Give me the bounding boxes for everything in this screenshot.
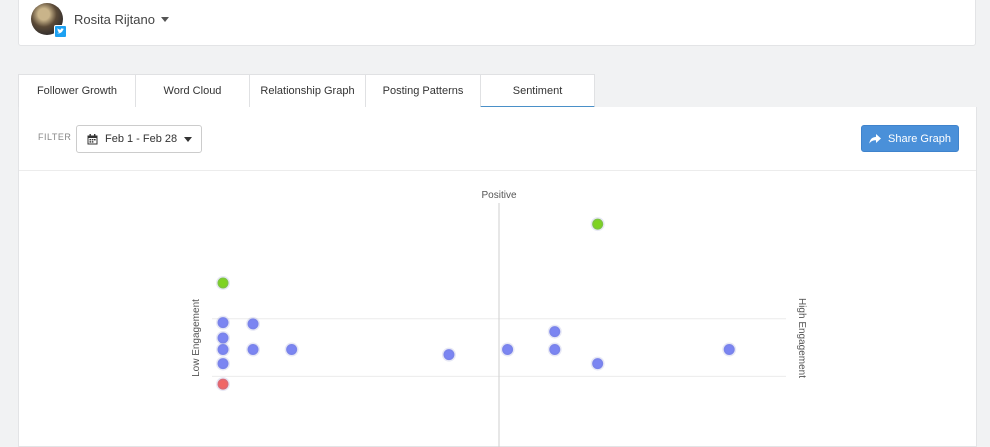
profile-switcher[interactable]: Rosita Rijtano xyxy=(74,12,169,27)
tab-relationship-graph[interactable]: Relationship Graph xyxy=(249,74,365,107)
tab-word-cloud[interactable]: Word Cloud xyxy=(135,74,249,107)
axis-label-left: Low Engagement xyxy=(191,299,202,377)
positive-data-point[interactable] xyxy=(590,217,605,232)
neutral-data-point[interactable] xyxy=(216,356,231,371)
neutral-data-point[interactable] xyxy=(216,331,231,345)
sentiment-panel: FILTER Feb 1 - Feb 28 Share Graph Positi… xyxy=(18,107,977,447)
neutral-data-point[interactable] xyxy=(547,342,562,357)
tab-follower-growth[interactable]: Follower Growth xyxy=(18,74,135,107)
axis-label-top: Positive xyxy=(481,190,516,201)
positive-data-point[interactable] xyxy=(216,275,231,290)
axis-label-right: High Engagement xyxy=(796,298,807,378)
profile-name: Rosita Rijtano xyxy=(74,12,155,27)
tab-sentiment[interactable]: Sentiment xyxy=(480,74,595,108)
chevron-down-icon xyxy=(160,17,169,22)
neutral-data-point[interactable] xyxy=(722,342,737,357)
profile-header: Rosita Rijtano xyxy=(18,0,976,46)
neutral-data-point[interactable] xyxy=(500,342,515,357)
tab-posting-patterns[interactable]: Posting Patterns xyxy=(365,74,480,107)
negative-data-point[interactable] xyxy=(216,377,231,392)
neutral-data-point[interactable] xyxy=(216,315,231,330)
neutral-data-point[interactable] xyxy=(590,356,605,371)
neutral-data-point[interactable] xyxy=(284,342,299,357)
neutral-data-point[interactable] xyxy=(547,324,562,339)
tab-bar: Follower Growth Word Cloud Relationship … xyxy=(18,74,977,108)
neutral-data-point[interactable] xyxy=(246,316,261,331)
chart-points xyxy=(216,217,737,392)
neutral-data-point[interactable] xyxy=(441,347,456,362)
sentiment-scatter-chart: Positive Low Engagement High Engagement xyxy=(191,190,807,447)
neutral-data-point[interactable] xyxy=(246,342,261,357)
neutral-data-point[interactable] xyxy=(216,342,231,357)
twitter-icon xyxy=(54,25,67,38)
